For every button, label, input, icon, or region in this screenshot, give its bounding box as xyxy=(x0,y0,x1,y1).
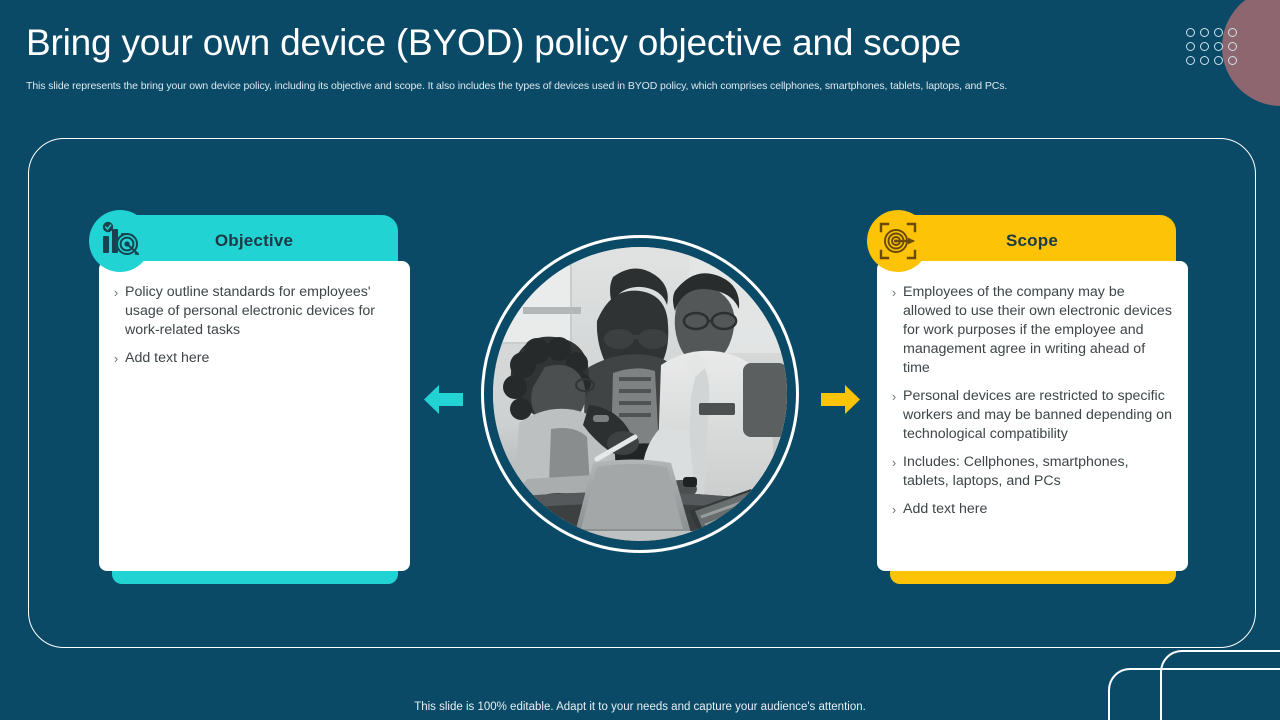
scope-card-body: › Employees of the company may be allowe… xyxy=(877,261,1188,571)
scope-bullet-list: › Employees of the company may be allowe… xyxy=(885,283,1172,519)
footer-note: This slide is 100% editable. Adapt it to… xyxy=(414,701,866,713)
chevron-right-icon: › xyxy=(891,455,897,470)
dot-icon xyxy=(1228,28,1237,37)
objective-heading: Objective xyxy=(214,231,294,250)
chevron-right-icon: › xyxy=(113,285,119,300)
bullet-text: Personal devices are restricted to speci… xyxy=(903,388,1172,442)
dot-icon xyxy=(1214,42,1223,51)
bullet-text: Policy outline standards for employees' … xyxy=(125,284,375,338)
chevron-right-icon: › xyxy=(891,285,897,300)
chevron-right-icon: › xyxy=(891,389,897,404)
dot-icon xyxy=(1186,42,1195,51)
bullet-text: Employees of the company may be allowed … xyxy=(903,284,1172,376)
page-title: Bring your own device (BYOD) policy obje… xyxy=(26,22,962,63)
bar-chart-target-icon xyxy=(89,210,151,272)
list-item: › Employees of the company may be allowe… xyxy=(885,283,1172,378)
list-item: › Add text here xyxy=(107,349,394,368)
objective-card-body: › Policy outline standards for employees… xyxy=(99,261,410,571)
team-collaboration-photo xyxy=(493,247,787,541)
list-item: › Policy outline standards for employees… xyxy=(107,283,394,340)
dot-icon xyxy=(1214,56,1223,65)
list-item: › Personal devices are restricted to spe… xyxy=(885,387,1172,444)
objective-bullet-list: › Policy outline standards for employees… xyxy=(107,283,394,368)
list-item: › Add text here xyxy=(885,500,1172,519)
scope-card-header: Scope xyxy=(888,215,1176,267)
page-subtitle: This slide represents the bring your own… xyxy=(26,80,1008,92)
chevron-right-icon: › xyxy=(891,502,897,517)
list-item: › Includes: Cellphones, smartphones, tab… xyxy=(885,453,1172,491)
dot-icon xyxy=(1214,28,1223,37)
dot-icon xyxy=(1200,42,1209,51)
scope-heading: Scope xyxy=(1005,231,1059,250)
target-arrow-icon xyxy=(867,210,929,272)
dot-icon xyxy=(1228,42,1237,51)
bullet-text: Add text here xyxy=(903,501,988,517)
chevron-right-icon: › xyxy=(113,351,119,366)
dot-icon xyxy=(1228,56,1237,65)
bullet-text: Add text here xyxy=(125,350,210,366)
arrow-right xyxy=(818,377,863,427)
decorative-dot-grid xyxy=(1186,28,1242,70)
slide-root: Bring your own device (BYOD) policy obje… xyxy=(0,0,1280,720)
dot-icon xyxy=(1200,28,1209,37)
dot-icon xyxy=(1186,28,1195,37)
bullet-text: Includes: Cellphones, smartphones, table… xyxy=(903,454,1129,489)
dot-icon xyxy=(1200,56,1209,65)
objective-card-header: Objective xyxy=(110,215,398,267)
dot-icon xyxy=(1186,56,1195,65)
arrow-left xyxy=(421,377,466,427)
